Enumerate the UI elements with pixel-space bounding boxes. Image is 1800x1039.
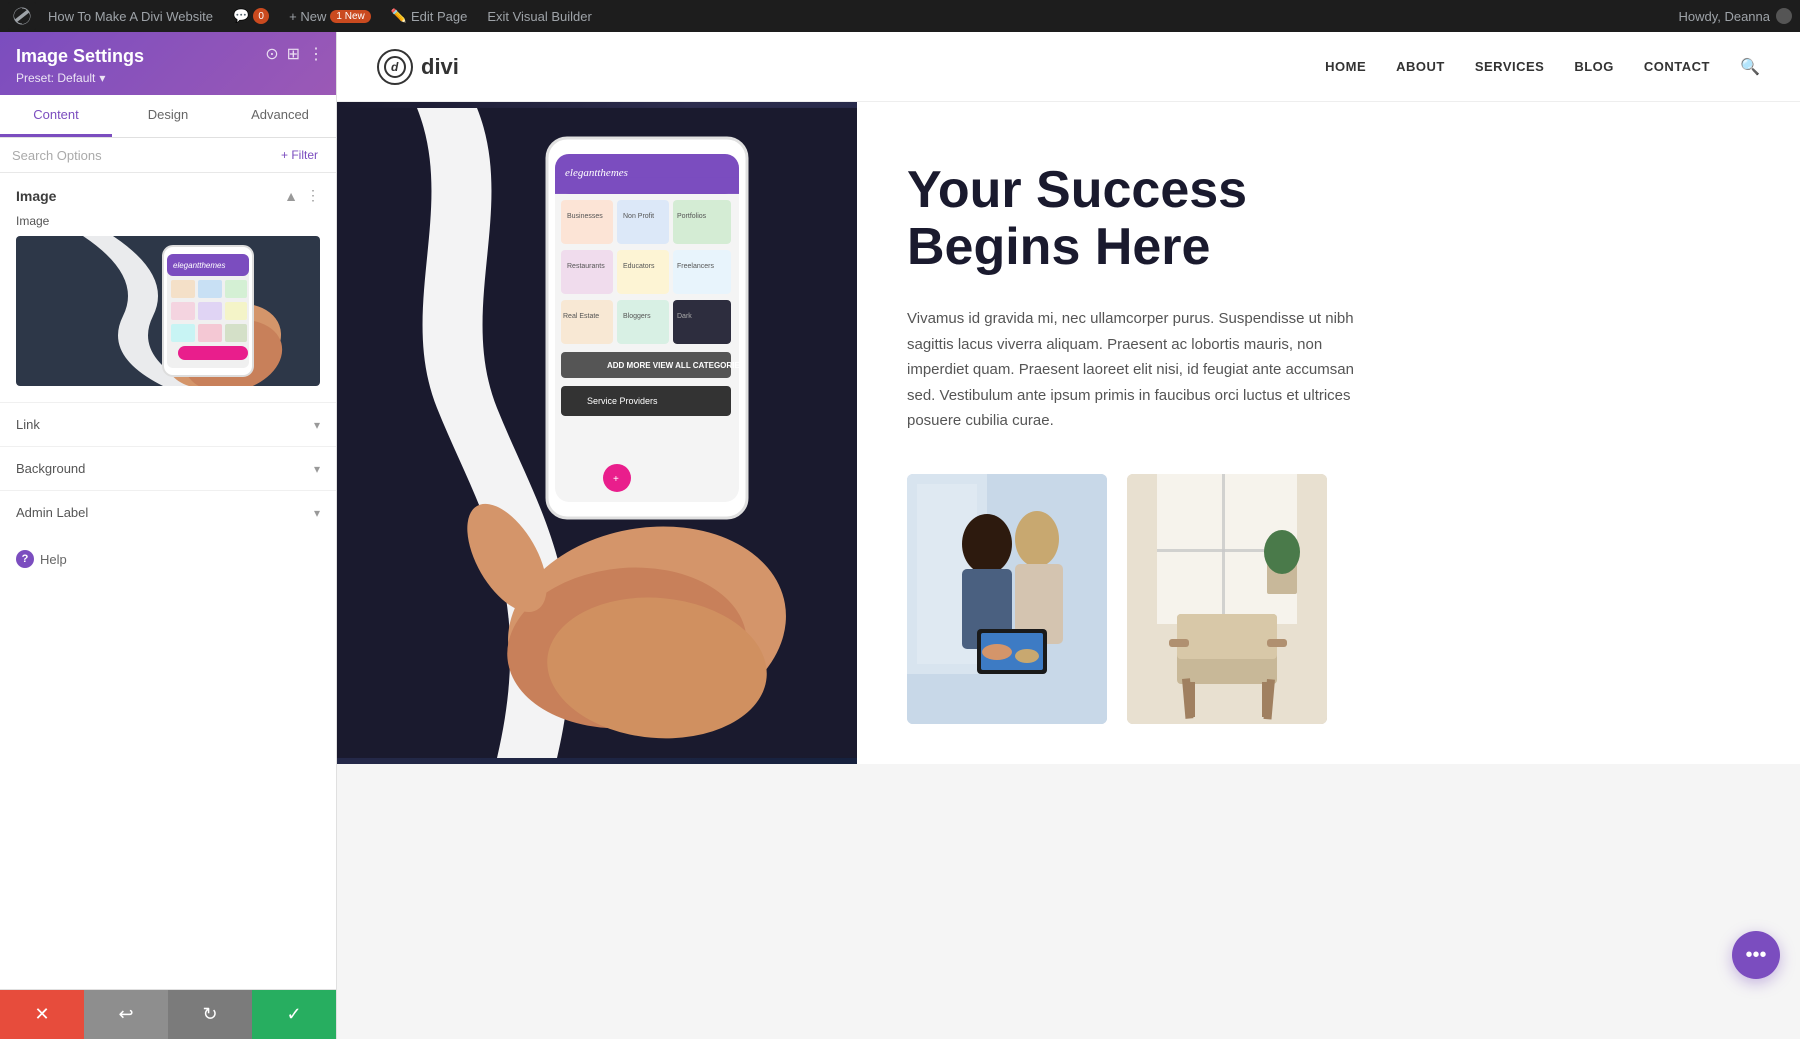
admin-label-chevron-icon: ▾	[314, 506, 320, 520]
nav-contact[interactable]: CONTACT	[1644, 59, 1710, 74]
panel-header: Image Settings Preset: Default ▾ ⊙ ⊞ ⋮	[0, 32, 336, 95]
bottom-toolbar: ✕ ↩ ↻ ✓	[0, 989, 336, 1039]
hero-thumb-chair	[1127, 474, 1327, 724]
svg-text:d: d	[391, 60, 399, 74]
image-section-content: Image	[0, 214, 336, 402]
search-input[interactable]	[12, 148, 269, 163]
people-image-svg	[907, 474, 1107, 724]
svg-text:Restaurants: Restaurants	[567, 263, 605, 270]
hero-image-container: elegantthemes Businesses Non Profit Port…	[337, 102, 857, 764]
hero-images-row	[907, 474, 1750, 724]
background-section-header[interactable]: Background ▾	[0, 447, 336, 490]
user-howdy: Howdy, Deanna	[1678, 8, 1792, 24]
image-preview[interactable]: elegantthemes	[16, 236, 320, 386]
svg-text:Freelancers: Freelancers	[677, 263, 714, 270]
image-section-title: Image	[16, 188, 56, 204]
cancel-button[interactable]: ✕	[0, 990, 84, 1039]
help-icon: ?	[16, 550, 34, 568]
panel-more-icon[interactable]: ⋮	[308, 44, 324, 64]
panel-tabs: Content Design Advanced	[0, 95, 336, 138]
search-nav-icon[interactable]: 🔍	[1740, 57, 1760, 77]
divi-d-icon: d	[384, 56, 406, 78]
comments-link[interactable]: 💬 0	[225, 8, 277, 24]
site-name-link[interactable]: How To Make A Divi Website	[40, 9, 221, 24]
hero-section: elegantthemes Businesses Non Profit Port…	[337, 102, 1800, 764]
svg-text:Dark: Dark	[677, 313, 692, 320]
site-nav-links: HOME ABOUT SERVICES BLOG CONTACT 🔍	[1325, 57, 1760, 77]
admin-label-section: Admin Label ▾	[0, 490, 336, 534]
hero-heading: Your SuccessBegins Here	[907, 162, 1750, 276]
image-preview-svg: elegantthemes	[23, 236, 313, 386]
user-avatar	[1776, 8, 1792, 24]
background-chevron-icon: ▾	[314, 462, 320, 476]
admin-label-section-title: Admin Label	[16, 505, 88, 520]
save-button[interactable]: ✓	[252, 990, 336, 1039]
svg-text:Educators: Educators	[623, 263, 655, 270]
redo-button[interactable]: ↻	[168, 990, 252, 1039]
svg-text:elegantthemes: elegantthemes	[565, 167, 628, 179]
tab-design[interactable]: Design	[112, 95, 224, 137]
hero-text: Your SuccessBegins Here Vivamus id gravi…	[857, 102, 1800, 764]
edit-page-link[interactable]: ✏️ Edit Page	[383, 8, 476, 24]
chair-image-svg	[1127, 474, 1327, 724]
main-content: d divi HOME ABOUT SERVICES BLOG CONTACT …	[337, 32, 1800, 1039]
search-bar: + Filter	[0, 138, 336, 173]
background-section-title: Background	[16, 461, 85, 476]
new-link[interactable]: + New 1 New	[281, 9, 379, 24]
background-section: Background ▾	[0, 446, 336, 490]
image-section-controls: ▲ ⋮	[284, 187, 320, 204]
nav-blog[interactable]: BLOG	[1574, 59, 1614, 74]
panel-preset[interactable]: Preset: Default ▾	[16, 71, 320, 85]
hero-paragraph: Vivamus id gravida mi, nec ullamcorper p…	[907, 306, 1367, 434]
panel-header-icons: ⊙ ⊞ ⋮	[265, 44, 324, 64]
link-section: Link ▾	[0, 402, 336, 446]
image-section-collapse[interactable]: ▲	[284, 188, 298, 204]
tab-content[interactable]: Content	[0, 95, 112, 137]
link-section-title: Link	[16, 417, 40, 432]
nav-services[interactable]: SERVICES	[1475, 59, 1545, 74]
panel-content: Image ▲ ⋮ Image	[0, 173, 336, 989]
svg-text:Service Providers: Service Providers	[587, 396, 658, 406]
hero-thumb-people	[907, 474, 1107, 724]
svg-text:ADD MORE VIEW ALL CATEGORIES: ADD MORE VIEW ALL CATEGORIES	[607, 361, 746, 370]
divi-logo-icon: d	[377, 49, 413, 85]
svg-text:+: +	[613, 474, 619, 485]
svg-text:elegantthemes: elegantthemes	[173, 261, 225, 270]
panel-layout-icon[interactable]: ⊞	[287, 44, 300, 64]
site-logo: d divi	[377, 49, 459, 85]
hero-image-svg: elegantthemes Businesses Non Profit Port…	[337, 102, 857, 764]
filter-button[interactable]: + Filter	[275, 146, 324, 164]
site-nav: d divi HOME ABOUT SERVICES BLOG CONTACT …	[337, 32, 1800, 102]
svg-text:Portfolios: Portfolios	[677, 213, 707, 220]
tab-advanced[interactable]: Advanced	[224, 95, 336, 137]
app-layout: Image Settings Preset: Default ▾ ⊙ ⊞ ⋮ C…	[0, 32, 1800, 1039]
svg-text:Bloggers: Bloggers	[623, 313, 651, 320]
nav-home[interactable]: HOME	[1325, 59, 1366, 74]
wp-logo-icon	[12, 6, 32, 26]
comment-count-badge: 0	[253, 8, 269, 24]
image-section-more[interactable]: ⋮	[306, 187, 320, 204]
image-section-header[interactable]: Image ▲ ⋮	[0, 173, 336, 214]
wp-logo[interactable]	[8, 2, 36, 30]
new-badge: 1 New	[330, 10, 370, 23]
help-button[interactable]: ? Help	[0, 534, 336, 584]
admin-bar: How To Make A Divi Website 💬 0 + New 1 N…	[0, 0, 1800, 32]
svg-text:Businesses: Businesses	[567, 213, 603, 220]
settings-panel: Image Settings Preset: Default ▾ ⊙ ⊞ ⋮ C…	[0, 32, 337, 1039]
svg-text:Real Estate: Real Estate	[563, 313, 599, 320]
link-chevron-icon: ▾	[314, 418, 320, 432]
floating-action-button[interactable]: •••	[1732, 931, 1780, 979]
image-field-label: Image	[16, 214, 320, 228]
exit-builder-link[interactable]: Exit Visual Builder	[479, 9, 600, 24]
admin-label-section-header[interactable]: Admin Label ▾	[0, 491, 336, 534]
link-section-header[interactable]: Link ▾	[0, 403, 336, 446]
panel-screenshot-icon[interactable]: ⊙	[265, 44, 278, 64]
svg-text:Non Profit: Non Profit	[623, 213, 654, 220]
undo-button[interactable]: ↩	[84, 990, 168, 1039]
nav-about[interactable]: ABOUT	[1396, 59, 1445, 74]
